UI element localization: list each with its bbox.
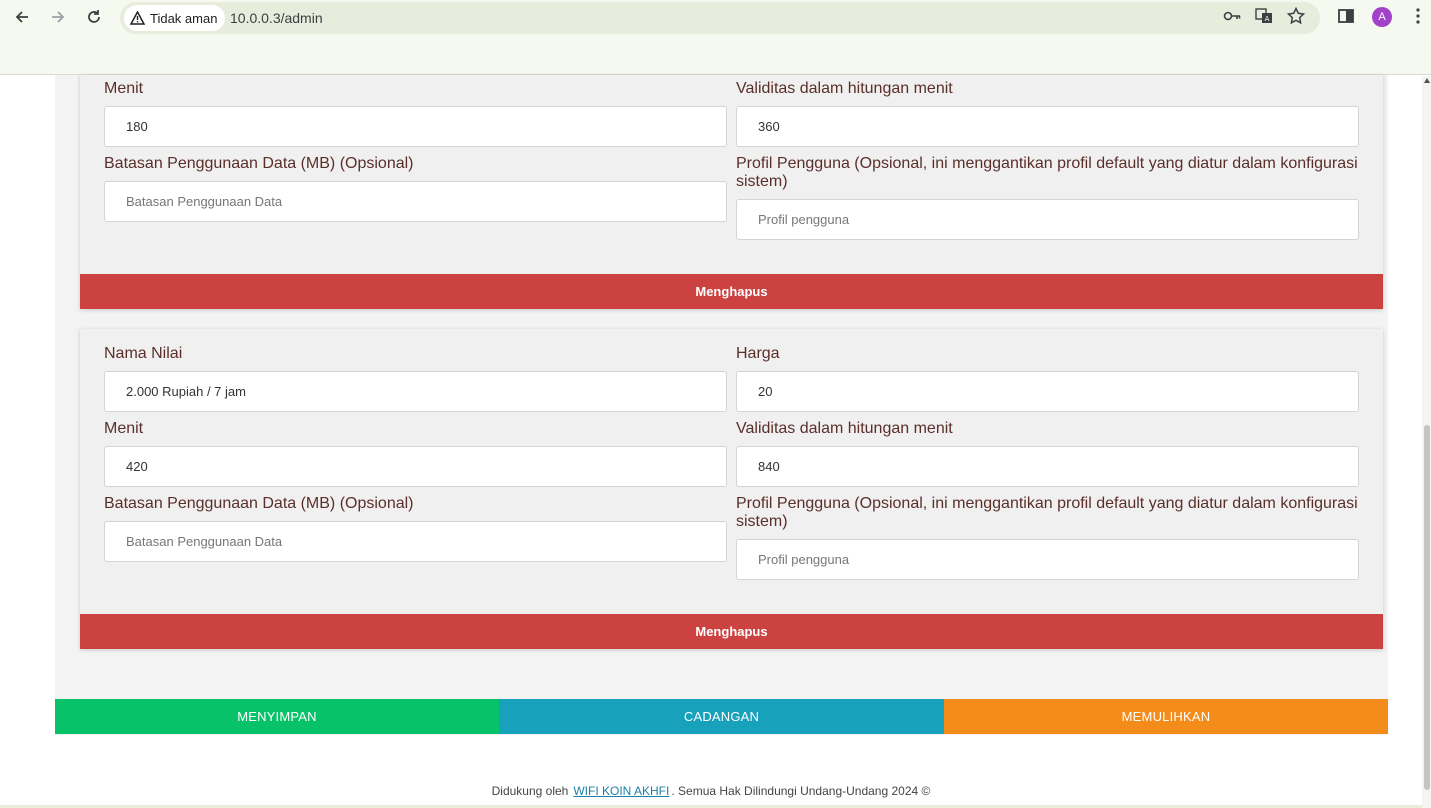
password-key-icon[interactable] bbox=[1222, 6, 1242, 26]
save-button[interactable]: MENYIMPAN bbox=[55, 699, 499, 734]
security-label: Tidak aman bbox=[150, 10, 218, 26]
backup-button[interactable]: CADANGAN bbox=[499, 699, 944, 734]
footer-suffix: . Semua Hak Dilindungi Undang-Undang 202… bbox=[671, 784, 931, 798]
side-panel-icon[interactable] bbox=[1336, 6, 1356, 26]
reload-icon[interactable] bbox=[82, 5, 106, 29]
user-profile-input[interactable]: Profil pengguna bbox=[736, 199, 1359, 240]
user-profile-label: Profil Pengguna (Opsional, ini mengganti… bbox=[736, 495, 1358, 530]
validity-input[interactable]: 360 bbox=[736, 106, 1359, 147]
minutes-label: Menit bbox=[104, 80, 144, 97]
minutes-label: Menit bbox=[104, 420, 144, 437]
warning-icon bbox=[130, 11, 145, 25]
user-profile-label: Profil Pengguna (Opsional, ini mengganti… bbox=[736, 155, 1358, 190]
minutes-input[interactable]: 180 bbox=[104, 106, 727, 147]
data-limit-label: Batasan Penggunaan Data (MB) (Opsional) bbox=[104, 495, 414, 512]
data-limit-input[interactable]: Batasan Penggunaan Data bbox=[104, 521, 727, 562]
user-profile-input[interactable]: Profil pengguna bbox=[736, 539, 1359, 580]
data-limit-label: Batasan Penggunaan Data (MB) (Opsional) bbox=[104, 155, 414, 172]
minutes-input[interactable]: 420 bbox=[104, 446, 727, 487]
kebab-menu-icon[interactable] bbox=[1408, 6, 1428, 26]
translate-icon[interactable]: A bbox=[1254, 6, 1274, 26]
validity-input[interactable]: 840 bbox=[736, 446, 1359, 487]
profile-avatar[interactable]: A bbox=[1372, 7, 1392, 27]
forward-icon[interactable] bbox=[46, 5, 70, 29]
value-name-label: Nama Nilai bbox=[104, 345, 183, 362]
price-label: Harga bbox=[736, 345, 780, 362]
restore-button[interactable]: MEMULIHKAN bbox=[944, 699, 1388, 734]
address-bar[interactable]: Tidak aman 10.0.0.3/admin bbox=[120, 2, 1320, 34]
scroll-up-arrow-icon[interactable] bbox=[1424, 78, 1430, 83]
price-input[interactable]: 20 bbox=[736, 371, 1359, 412]
footer: Didukung oleh WIFI KOIN AKHFI. Semua Hak … bbox=[0, 784, 1422, 798]
back-icon[interactable] bbox=[10, 5, 34, 29]
security-chip[interactable]: Tidak aman bbox=[124, 5, 226, 31]
validity-label: Validitas dalam hitungan menit bbox=[736, 420, 953, 437]
delete-button[interactable]: Menghapus bbox=[80, 614, 1383, 649]
value-name-input[interactable]: 2.000 Rupiah / 7 jam bbox=[104, 371, 727, 412]
footer-link[interactable]: WIFI KOIN AKHFI bbox=[573, 784, 669, 798]
browser-toolbar: Tidak aman 10.0.0.3/admin A A bbox=[0, 0, 1431, 75]
bookmark-star-icon[interactable] bbox=[1286, 6, 1306, 26]
svg-text:A: A bbox=[1265, 15, 1270, 23]
scrollbar-thumb[interactable] bbox=[1424, 425, 1430, 790]
validity-label: Validitas dalam hitungan menit bbox=[736, 80, 953, 97]
url-text[interactable]: 10.0.0.3/admin bbox=[230, 10, 323, 26]
delete-button[interactable]: Menghapus bbox=[80, 274, 1383, 309]
data-limit-input[interactable]: Batasan Penggunaan Data bbox=[104, 181, 727, 222]
footer-prefix: Didukung oleh bbox=[491, 784, 569, 798]
